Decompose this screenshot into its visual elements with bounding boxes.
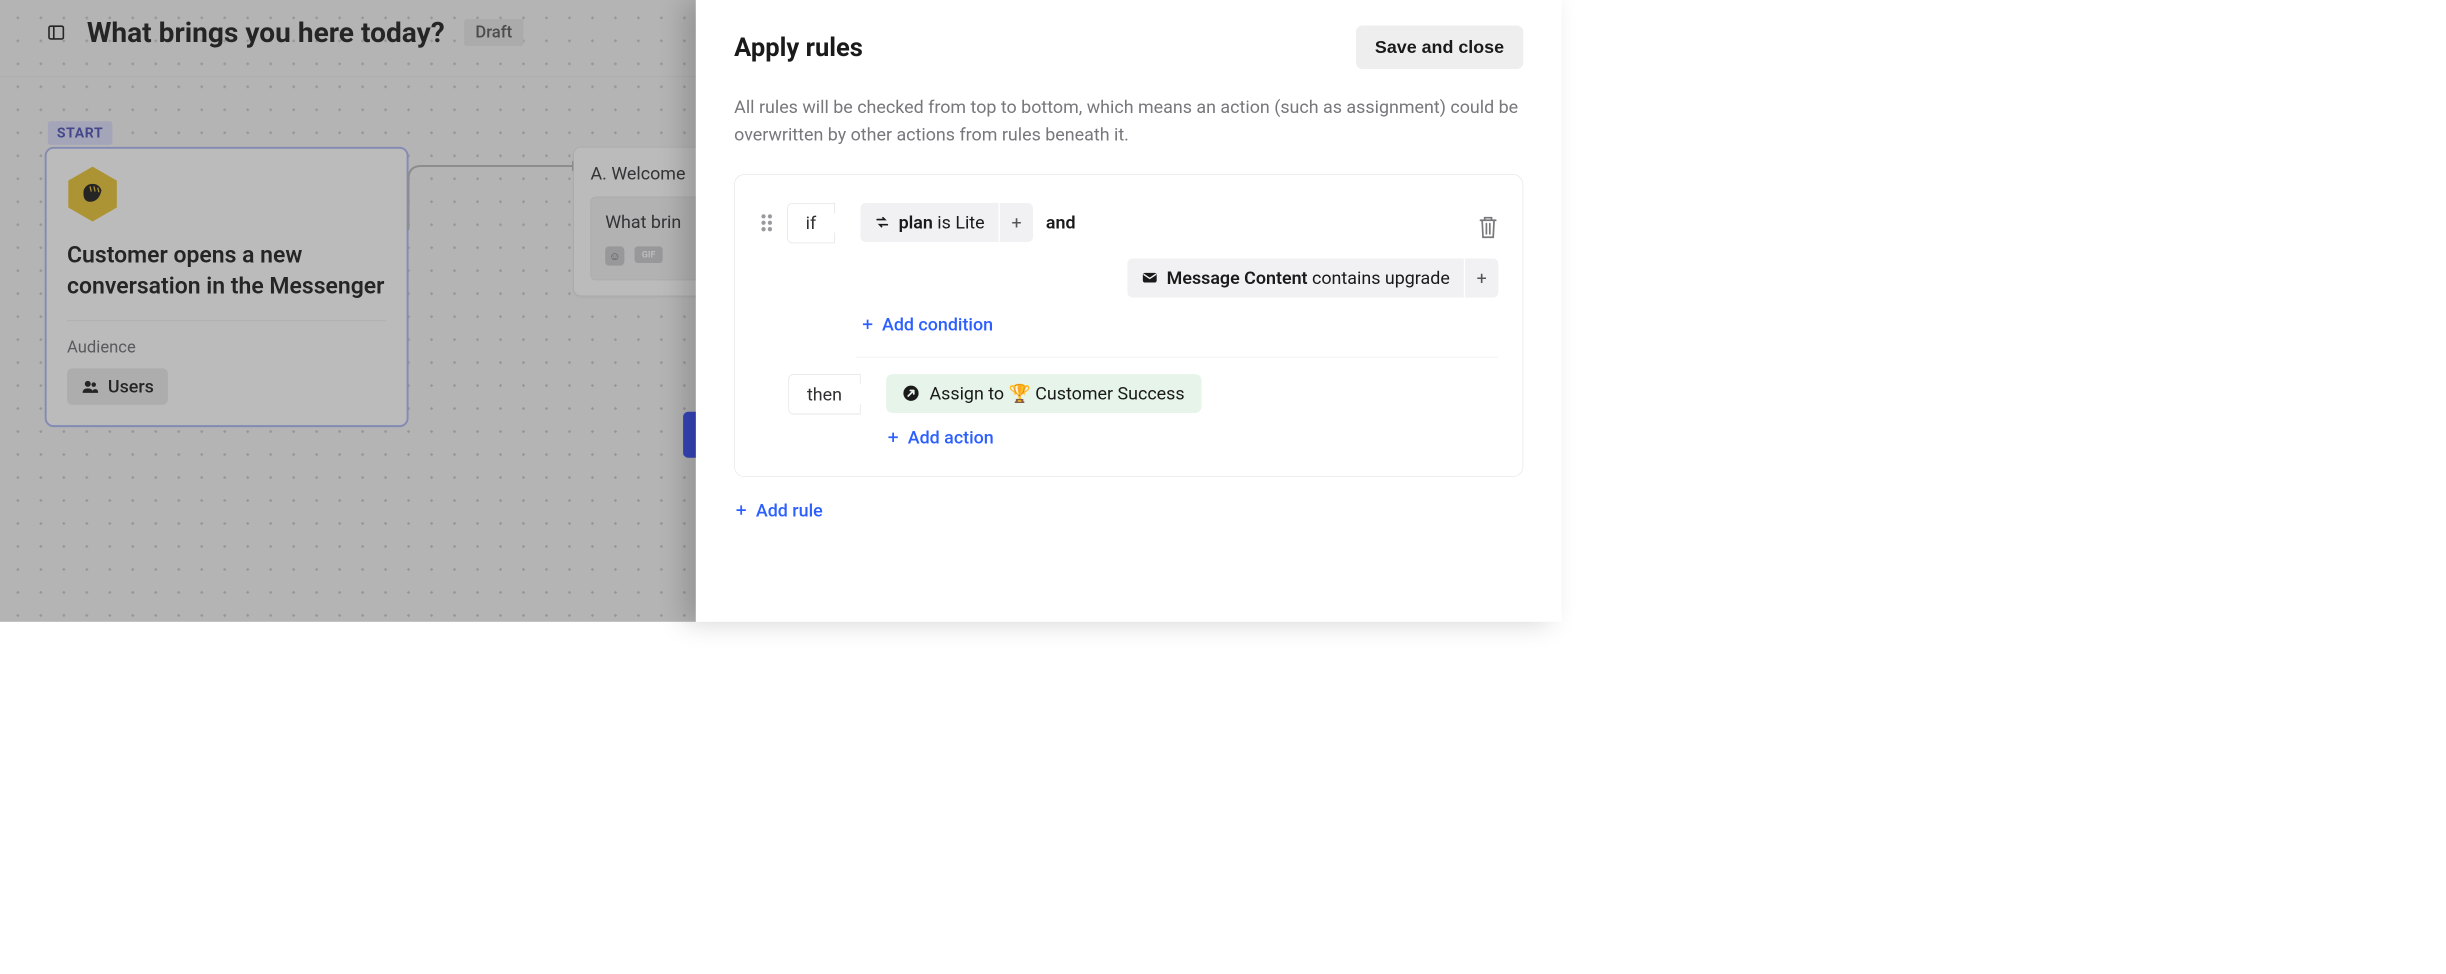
add-value-button[interactable]: + [999,203,1033,242]
drawer-description: All rules will be checked from top to bo… [734,93,1523,148]
add-condition-button[interactable]: Add condition [860,314,1498,335]
assign-icon [903,385,920,402]
if-keyword: if [787,203,835,243]
save-and-close-button[interactable]: Save and close [1356,26,1523,69]
dim-overlay [0,0,696,622]
add-action-button[interactable]: Add action [886,427,1498,448]
divider [856,357,1498,358]
rule-card: if plan is Lit [734,174,1523,477]
action-chip-assign[interactable]: Assign to 🏆 Customer Success [886,374,1201,413]
trophy-icon: 🏆 [1009,383,1031,404]
condition-chip-plan[interactable]: plan is Lite + [860,203,1033,242]
action-prefix: Assign to [929,383,1004,404]
condition-op: contains [1312,267,1380,288]
condition-val: upgrade [1385,267,1450,288]
condition-chip-message-content[interactable]: Message Content contains upgrade + [1127,258,1498,297]
swap-icon [874,215,889,230]
condition-attr: Message Content [1167,267,1308,288]
add-rule-button[interactable]: Add rule [734,500,823,521]
action-team: Customer Success [1035,383,1184,404]
condition-val: Lite [955,212,984,233]
and-operator: and [1046,212,1076,233]
then-keyword: then [788,374,860,414]
delete-rule-button[interactable] [1478,215,1498,238]
drawer-title: Apply rules [734,32,863,62]
rules-drawer: Apply rules Save and close All rules wil… [696,0,1562,622]
condition-attr: plan [899,212,933,233]
drag-handle-icon[interactable] [759,213,774,232]
condition-op: is [937,212,951,233]
add-value-button[interactable]: + [1464,258,1498,297]
mail-icon [1141,270,1158,287]
